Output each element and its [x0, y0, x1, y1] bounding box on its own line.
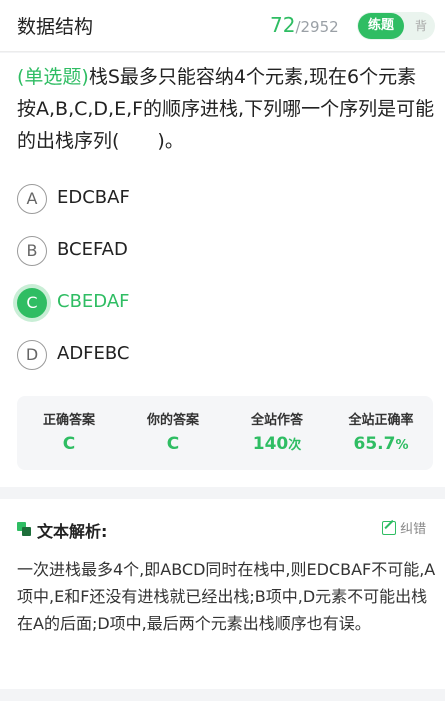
answer-count-unit: 次: [288, 438, 302, 453]
option-b[interactable]: B BCEFAD: [17, 236, 317, 268]
next-card-edge: [0, 701, 445, 709]
stat-value: C: [62, 434, 76, 454]
question-type: (单选题): [17, 66, 89, 88]
total-question-count: 2952: [300, 18, 339, 36]
option-text: ADFEBC: [57, 343, 130, 364]
option-text: CBEDAF: [57, 291, 130, 312]
accuracy-number: 65.7: [353, 434, 396, 454]
stat-value: 140次: [225, 434, 329, 454]
stat-value: C: [166, 434, 180, 454]
analysis-title: 文本解析:: [37, 522, 108, 541]
question-progress: 72/2952: [270, 13, 339, 37]
mode-toggle[interactable]: 练题 背: [357, 12, 435, 40]
accuracy-unit: %: [395, 438, 409, 453]
option-text: BCEFAD: [57, 239, 128, 260]
edit-icon: [382, 521, 396, 535]
answer-stats-panel: 正确答案 C 你的答案 C 全站作答 140次 全站正确率 65.7%: [17, 396, 433, 470]
stat-correct-answer: 正确答案 C: [17, 396, 121, 470]
report-error-button[interactable]: 纠错: [382, 518, 426, 540]
option-letter: C: [17, 288, 47, 318]
stat-site-accuracy: 全站正确率 65.7%: [329, 396, 433, 470]
subject-title: 数据结构: [17, 16, 94, 38]
stat-value: 65.7%: [329, 434, 433, 454]
option-c-selected-correct[interactable]: C CBEDAF: [17, 288, 317, 320]
stat-label: 全站作答: [250, 413, 303, 428]
current-question-number: 72: [270, 13, 296, 37]
analysis-blocks-icon: [17, 522, 31, 536]
option-d[interactable]: D ADFEBC: [17, 340, 317, 372]
option-letter: A: [17, 184, 47, 214]
stat-your-answer: 你的答案 C: [121, 396, 225, 470]
stat-site-answer-count: 全站作答 140次: [225, 396, 329, 470]
question-stem: (单选题)栈S最多只能容纳4个元素,现在6个元素按A,B,C,D,E,F的顺序进…: [17, 61, 435, 157]
quiz-page: 数据结构 72/2952 练题 背 (单选题)栈S最多只能容纳4个元素,现在6个…: [0, 0, 445, 709]
analysis-body: 一次进栈最多4个,即ABCD同时在栈中,则EDCBAF不可能,A项中,E和F还没…: [17, 560, 436, 633]
answer-count-number: 140: [252, 434, 289, 454]
report-error-label: 纠错: [400, 522, 427, 537]
option-letter: B: [17, 236, 47, 266]
stat-label: 正确答案: [42, 413, 95, 428]
memorize-mode-button[interactable]: 背: [409, 12, 433, 40]
stat-label: 全站正确率: [348, 413, 414, 428]
top-bar: 数据结构 72/2952 练题 背: [0, 0, 445, 52]
analysis-card: 文本解析: 纠错 一次进栈最多4个,即ABCD同时在栈中,则EDCBAF不可能,…: [0, 499, 445, 689]
stat-label: 你的答案: [146, 413, 199, 428]
option-text: EDCBAF: [57, 187, 130, 208]
practice-mode-button[interactable]: 练题: [358, 13, 404, 39]
option-a[interactable]: A EDCBAF: [17, 184, 317, 216]
option-letter: D: [17, 340, 47, 370]
question-card: (单选题)栈S最多只能容纳4个元素,现在6个元素按A,B,C,D,E,F的顺序进…: [0, 53, 445, 487]
